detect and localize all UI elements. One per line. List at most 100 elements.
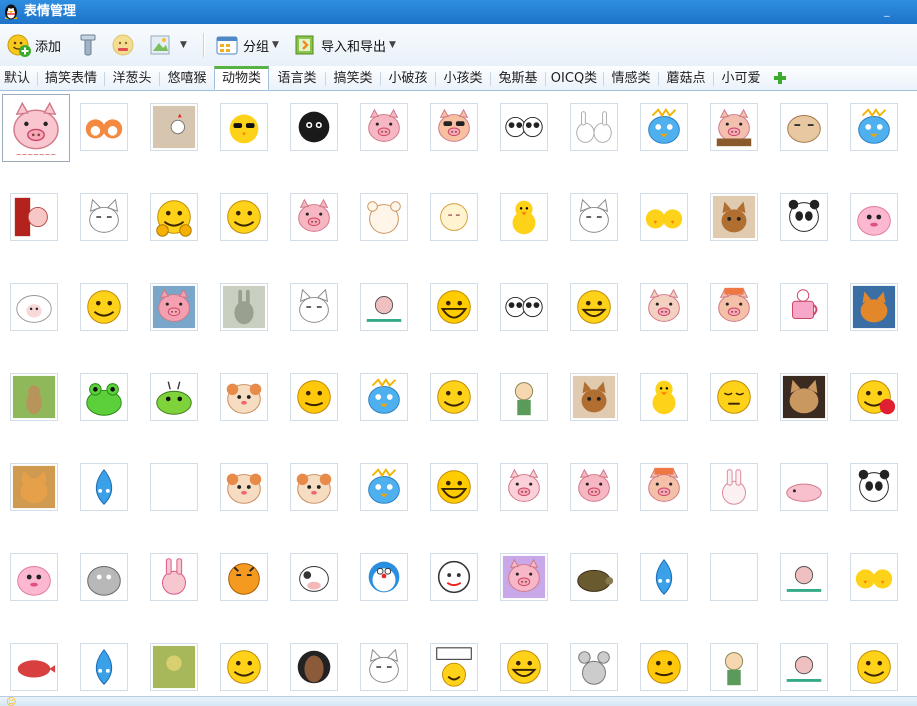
emoticon-cell[interactable] bbox=[150, 553, 198, 601]
emoticon-cell[interactable] bbox=[710, 463, 758, 511]
emoticon-cell[interactable] bbox=[10, 463, 58, 511]
tab-onion-head[interactable]: 洋葱头 bbox=[107, 69, 157, 89]
emoticon-cell[interactable] bbox=[710, 373, 758, 421]
emoticon-cell[interactable] bbox=[850, 463, 898, 511]
emoticon-cell[interactable] bbox=[640, 103, 688, 151]
emoticon-cell[interactable] bbox=[10, 193, 58, 241]
emoticon-cell[interactable] bbox=[710, 553, 758, 601]
emoticon-cell[interactable] bbox=[570, 643, 618, 691]
emoticon-cell[interactable] bbox=[640, 643, 688, 691]
emoticon-cell[interactable] bbox=[80, 283, 128, 331]
emoticon-cell[interactable] bbox=[500, 193, 548, 241]
emoticon-cell[interactable] bbox=[640, 373, 688, 421]
emoticon-cell[interactable] bbox=[290, 463, 338, 511]
emoticon-cell[interactable] bbox=[150, 463, 198, 511]
emoticon-cell[interactable] bbox=[570, 553, 618, 601]
emoticon-cell[interactable] bbox=[570, 463, 618, 511]
emoticon-cell[interactable] bbox=[850, 373, 898, 421]
emoticon-cell[interactable] bbox=[80, 103, 128, 151]
emoticon-cell[interactable] bbox=[220, 283, 268, 331]
emoticon-cell[interactable] bbox=[500, 553, 548, 601]
emoticon-cell[interactable] bbox=[780, 643, 828, 691]
emoticon-cell[interactable] bbox=[220, 553, 268, 601]
emoticon-cell[interactable] bbox=[710, 193, 758, 241]
emoticon-cell[interactable] bbox=[570, 103, 618, 151]
tab-default[interactable]: 默认 bbox=[0, 69, 34, 89]
emoticon-cell[interactable] bbox=[220, 373, 268, 421]
tab-oicq[interactable]: OICQ类 bbox=[548, 69, 600, 89]
emoticon-cell[interactable] bbox=[290, 193, 338, 241]
emoticon-cell[interactable] bbox=[640, 283, 688, 331]
emoticon-cell[interactable] bbox=[500, 463, 548, 511]
emoticon-cell[interactable] bbox=[10, 553, 58, 601]
emoticon-cell[interactable] bbox=[80, 463, 128, 511]
import-export-button[interactable]: 导入和导出 ▼ bbox=[292, 30, 396, 60]
tab-animals[interactable]: 动物类 bbox=[214, 66, 269, 90]
emoticon-cell[interactable] bbox=[710, 283, 758, 331]
emoticon-cell[interactable] bbox=[500, 283, 548, 331]
emoticon-cell[interactable] bbox=[80, 373, 128, 421]
tab-funny-faces[interactable]: 搞笑表情 bbox=[40, 69, 102, 89]
emoticon-cell[interactable] bbox=[850, 103, 898, 151]
emoticon-cell[interactable] bbox=[360, 643, 408, 691]
emoticon-cell[interactable] bbox=[220, 463, 268, 511]
emoticon-cell[interactable] bbox=[500, 103, 548, 151]
emoticon-cell[interactable] bbox=[150, 283, 198, 331]
emoticon-cell[interactable] bbox=[10, 283, 58, 331]
emoticon-cell[interactable] bbox=[780, 553, 828, 601]
emoticon-cell[interactable] bbox=[500, 373, 548, 421]
emoticon-cell[interactable] bbox=[850, 193, 898, 241]
emoticon-cell[interactable] bbox=[290, 553, 338, 601]
emoticon-cell[interactable] bbox=[430, 103, 478, 151]
emoticon-cell[interactable] bbox=[80, 643, 128, 691]
emoticon-cell[interactable] bbox=[430, 463, 478, 511]
emoticon-cell[interactable] bbox=[220, 193, 268, 241]
emoticon-cell[interactable] bbox=[220, 103, 268, 151]
emoticon-cell[interactable] bbox=[430, 193, 478, 241]
emoticon-cell[interactable] bbox=[80, 553, 128, 601]
emoticon-cell[interactable] bbox=[500, 643, 548, 691]
emoticon-cell[interactable] bbox=[780, 373, 828, 421]
emoticon-cell[interactable] bbox=[430, 643, 478, 691]
emoticon-cell[interactable] bbox=[150, 193, 198, 241]
emoticon-cell[interactable] bbox=[220, 643, 268, 691]
tab-tuzki[interactable]: 兔斯基 bbox=[493, 69, 543, 89]
emoticon-cell[interactable] bbox=[850, 643, 898, 691]
emoticon-cell[interactable] bbox=[10, 643, 58, 691]
emoticon-cell[interactable] bbox=[570, 283, 618, 331]
emoticon-cell[interactable] bbox=[780, 463, 828, 511]
emoticon-cell[interactable] bbox=[150, 103, 198, 151]
emoticon-cell[interactable] bbox=[850, 283, 898, 331]
emoticon-cell[interactable] bbox=[780, 103, 828, 151]
add-tab-icon[interactable] bbox=[772, 70, 788, 86]
emoticon-cell[interactable] bbox=[430, 553, 478, 601]
emoticon-cell[interactable] bbox=[640, 553, 688, 601]
minimize-button[interactable]: _ bbox=[884, 4, 890, 18]
remove-button[interactable] bbox=[110, 30, 139, 60]
emoticon-cell[interactable] bbox=[360, 463, 408, 511]
emoticon-cell[interactable] bbox=[290, 103, 338, 151]
tab-mushroom[interactable]: 蘑菇点 bbox=[661, 69, 711, 89]
emoticon-cell[interactable] bbox=[10, 373, 58, 421]
tools-button[interactable] bbox=[75, 30, 104, 60]
tab-cute[interactable]: 小可爱 bbox=[716, 69, 766, 89]
tab-kids[interactable]: 小孩类 bbox=[438, 69, 488, 89]
emoticon-cell[interactable] bbox=[570, 373, 618, 421]
emoticon-cell[interactable] bbox=[150, 373, 198, 421]
emoticon-cell[interactable] bbox=[430, 283, 478, 331]
emoticon-cell[interactable] bbox=[780, 193, 828, 241]
tab-funny[interactable]: 搞笑类 bbox=[328, 69, 378, 89]
tab-language[interactable]: 语言类 bbox=[272, 69, 322, 89]
emoticon-cell[interactable] bbox=[430, 373, 478, 421]
emoticon-cell[interactable] bbox=[570, 193, 618, 241]
tab-monkey[interactable]: 悠嘻猴 bbox=[162, 69, 212, 89]
emoticon-cell[interactable] bbox=[290, 643, 338, 691]
emoticon-cell[interactable] bbox=[640, 193, 688, 241]
edit-dropdown-button[interactable]: ▼ bbox=[148, 30, 187, 60]
tab-little-rascal[interactable]: 小破孩 bbox=[383, 69, 433, 89]
emoticon-cell[interactable]: ~~~~~~~ bbox=[2, 94, 70, 162]
emoticon-cell[interactable] bbox=[850, 553, 898, 601]
emoticon-cell[interactable] bbox=[80, 193, 128, 241]
add-button[interactable]: 添加 bbox=[6, 30, 61, 60]
emoticon-cell[interactable] bbox=[640, 463, 688, 511]
